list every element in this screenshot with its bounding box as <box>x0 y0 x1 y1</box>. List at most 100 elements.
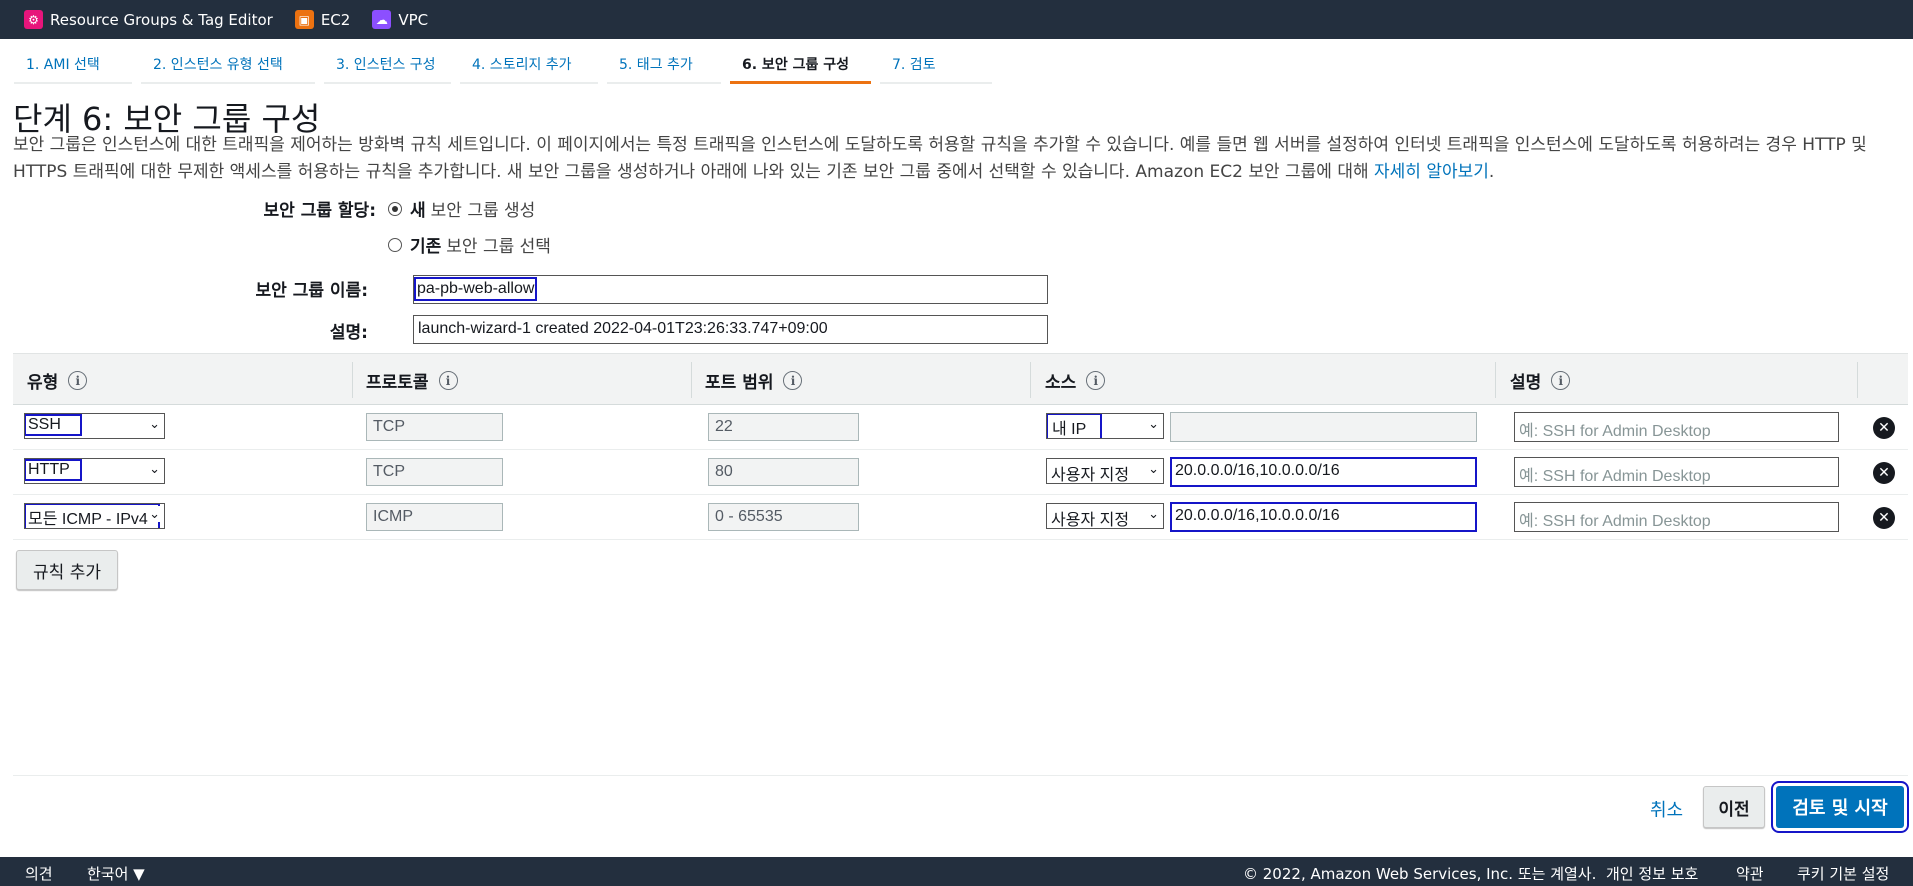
radio-existing-button[interactable] <box>388 237 402 252</box>
footer: 의견 한국어 ▼ © 2022, Amazon Web Services, In… <box>0 857 1913 886</box>
top-navigation-bar: ⚙ Resource Groups & Tag Editor ▣ EC2 ☁ V… <box>0 0 1913 39</box>
wizard-steps: 1. AMI 선택 2. 인스턴스 유형 선택 3. 인스턴스 구성 4. 스토… <box>14 46 1001 84</box>
add-rule-button[interactable]: 규칙 추가 <box>16 550 118 590</box>
type-select-value: 모든 ICMP - IPv4 <box>25 504 160 528</box>
protocol-field: TCP <box>366 458 503 486</box>
type-select[interactable]: SSH ⌄ <box>24 413 165 439</box>
type-select-value: SSH <box>25 414 82 436</box>
rule-description-input[interactable]: 예: SSH for Admin Desktop <box>1514 412 1839 442</box>
column-divider <box>352 362 353 398</box>
terms-link[interactable]: 약관 <box>1736 863 1764 884</box>
source-cidr-input[interactable]: 20.0.0.0/16,10.0.0.0/16 <box>1170 502 1477 532</box>
chevron-down-icon: ⌄ <box>149 416 160 431</box>
security-group-name-input[interactable]: pa-pb-web-allow <box>413 275 1048 304</box>
column-divider <box>1495 362 1496 398</box>
info-icon[interactable]: i <box>783 371 803 390</box>
favorite-label: Resource Groups & Tag Editor <box>50 10 273 29</box>
rule-description-input[interactable]: 예: SSH for Admin Desktop <box>1514 502 1839 532</box>
delete-rule-icon[interactable]: ✕ <box>1873 462 1895 484</box>
type-select[interactable]: HTTP ⌄ <box>24 458 165 484</box>
resource-groups-icon: ⚙ <box>24 10 43 29</box>
ec2-icon: ▣ <box>294 10 314 29</box>
type-select[interactable]: 모든 ICMP - IPv4 ⌄ <box>24 503 165 529</box>
favorite-label: VPC <box>398 10 429 29</box>
col-description-label: 설명 <box>1510 373 1542 393</box>
source-type-value: 사용자 지정 <box>1051 512 1130 529</box>
radio-existing-bold: 기존 <box>410 237 442 257</box>
tab-security-group[interactable]: 6. 보안 그룹 구성 <box>730 46 871 84</box>
favorite-resource-groups[interactable]: ⚙ Resource Groups & Tag Editor <box>24 10 273 29</box>
info-icon[interactable]: i <box>1551 371 1571 390</box>
source-type-value: 내 IP <box>1047 414 1102 438</box>
info-icon[interactable]: i <box>68 371 88 390</box>
port-range-field: 0 - 65535 <box>708 503 859 531</box>
radio-new-button[interactable] <box>388 201 402 216</box>
radio-new-bold: 새 <box>410 201 426 221</box>
protocol-field: TCP <box>366 413 503 441</box>
tab-instance-type[interactable]: 2. 인스턴스 유형 선택 <box>141 46 315 84</box>
privacy-link[interactable]: 개인 정보 보호 <box>1606 863 1698 884</box>
feedback-link[interactable]: 의견 <box>25 863 53 884</box>
radio-existing-label: 보안 그룹 선택 <box>446 237 551 257</box>
col-protocol-label: 프로토콜 <box>366 373 429 393</box>
source-ip-field <box>1170 412 1477 442</box>
tab-tags[interactable]: 5. 태그 추가 <box>607 46 721 84</box>
info-icon[interactable]: i <box>438 371 458 390</box>
source-type-select[interactable]: 사용자 지정 ⌄ <box>1046 503 1164 529</box>
rule-description-input[interactable]: 예: SSH for Admin Desktop <box>1514 457 1839 487</box>
cancel-link[interactable]: 취소 <box>1650 796 1683 822</box>
tab-review[interactable]: 7. 검토 <box>880 46 992 84</box>
column-divider <box>1857 362 1858 398</box>
source-type-select[interactable]: 사용자 지정 ⌄ <box>1046 458 1164 484</box>
previous-button[interactable]: 이전 <box>1703 786 1765 828</box>
tab-ami[interactable]: 1. AMI 선택 <box>14 46 132 84</box>
radio-existing-security-group[interactable]: 기존 보안 그룹 선택 <box>388 232 551 257</box>
favorite-ec2[interactable]: ▣ EC2 <box>294 10 351 29</box>
source-cidr-input[interactable]: 20.0.0.0/16,10.0.0.0/16 <box>1170 457 1477 487</box>
security-group-name-value: pa-pb-web-allow <box>414 277 538 301</box>
favorite-vpc[interactable]: ☁ VPC <box>372 10 428 29</box>
divider <box>13 775 1908 776</box>
chevron-down-icon: ⌄ <box>149 461 160 476</box>
protocol-field: ICMP <box>366 503 503 531</box>
table-row: 모든 ICMP - IPv4 ⌄ ICMP 0 - 65535 사용자 지정 ⌄… <box>13 495 1908 540</box>
security-group-description-input[interactable]: launch-wizard-1 created 2022-04-01T23:26… <box>413 315 1048 344</box>
source-type-value: 사용자 지정 <box>1051 467 1130 484</box>
column-divider <box>1030 362 1031 398</box>
delete-rule-icon[interactable]: ✕ <box>1873 507 1895 529</box>
chevron-down-icon: ⌄ <box>149 506 160 522</box>
favorite-label: EC2 <box>320 10 351 29</box>
language-selector[interactable]: 한국어 ▼ <box>87 863 145 884</box>
info-icon[interactable]: i <box>1086 371 1106 390</box>
chevron-down-icon: ⌄ <box>1148 416 1159 431</box>
col-protocol-header: 프로토콜 i <box>366 368 458 393</box>
col-type-header: 유형 i <box>27 368 88 393</box>
tab-storage[interactable]: 4. 스토리지 추가 <box>460 46 598 84</box>
description-label: 설명: <box>329 323 368 343</box>
vpc-icon: ☁ <box>372 10 392 29</box>
assign-security-group-label: 보안 그룹 할당: <box>263 201 376 221</box>
rules-table-header: 유형 i 프로토콜 i 포트 범위 i 소스 i 설명 i <box>13 353 1908 405</box>
radio-new-security-group[interactable]: 새 보안 그룹 생성 <box>388 196 535 221</box>
chevron-down-icon: ⌄ <box>1148 506 1159 522</box>
cookie-preferences-link[interactable]: 쿠키 기본 설정 <box>1797 863 1889 884</box>
port-range-field: 22 <box>708 413 859 441</box>
col-port-label: 포트 범위 <box>705 373 774 393</box>
tab-configure-instance[interactable]: 3. 인스턴스 구성 <box>324 46 451 84</box>
radio-new-label: 보안 그룹 생성 <box>430 201 536 221</box>
type-select-value: HTTP <box>25 459 82 481</box>
port-range-field: 80 <box>708 458 859 486</box>
learn-more-link[interactable]: 자세히 알아보기 <box>1374 162 1489 182</box>
col-type-label: 유형 <box>27 373 59 393</box>
review-and-launch-button[interactable]: 검토 및 시작 <box>1771 781 1909 833</box>
col-source-label: 소스 <box>1045 373 1077 393</box>
source-type-select[interactable]: 내 IP ⌄ <box>1046 413 1164 439</box>
col-port-header: 포트 범위 i <box>705 368 803 393</box>
column-divider <box>691 362 692 398</box>
table-row: SSH ⌄ TCP 22 내 IP ⌄ 예: SSH for Admin Des… <box>13 405 1908 450</box>
page-description: 보안 그룹은 인스턴스에 대한 트래픽을 제어하는 방화벽 규칙 세트입니다. … <box>13 132 1903 186</box>
chevron-down-icon: ⌄ <box>1148 461 1159 477</box>
copyright-text: © 2022, Amazon Web Services, Inc. 또는 계열사… <box>1243 865 1597 883</box>
table-row: HTTP ⌄ TCP 80 사용자 지정 ⌄ 20.0.0.0/16,10.0.… <box>13 450 1908 495</box>
delete-rule-icon[interactable]: ✕ <box>1873 417 1895 439</box>
